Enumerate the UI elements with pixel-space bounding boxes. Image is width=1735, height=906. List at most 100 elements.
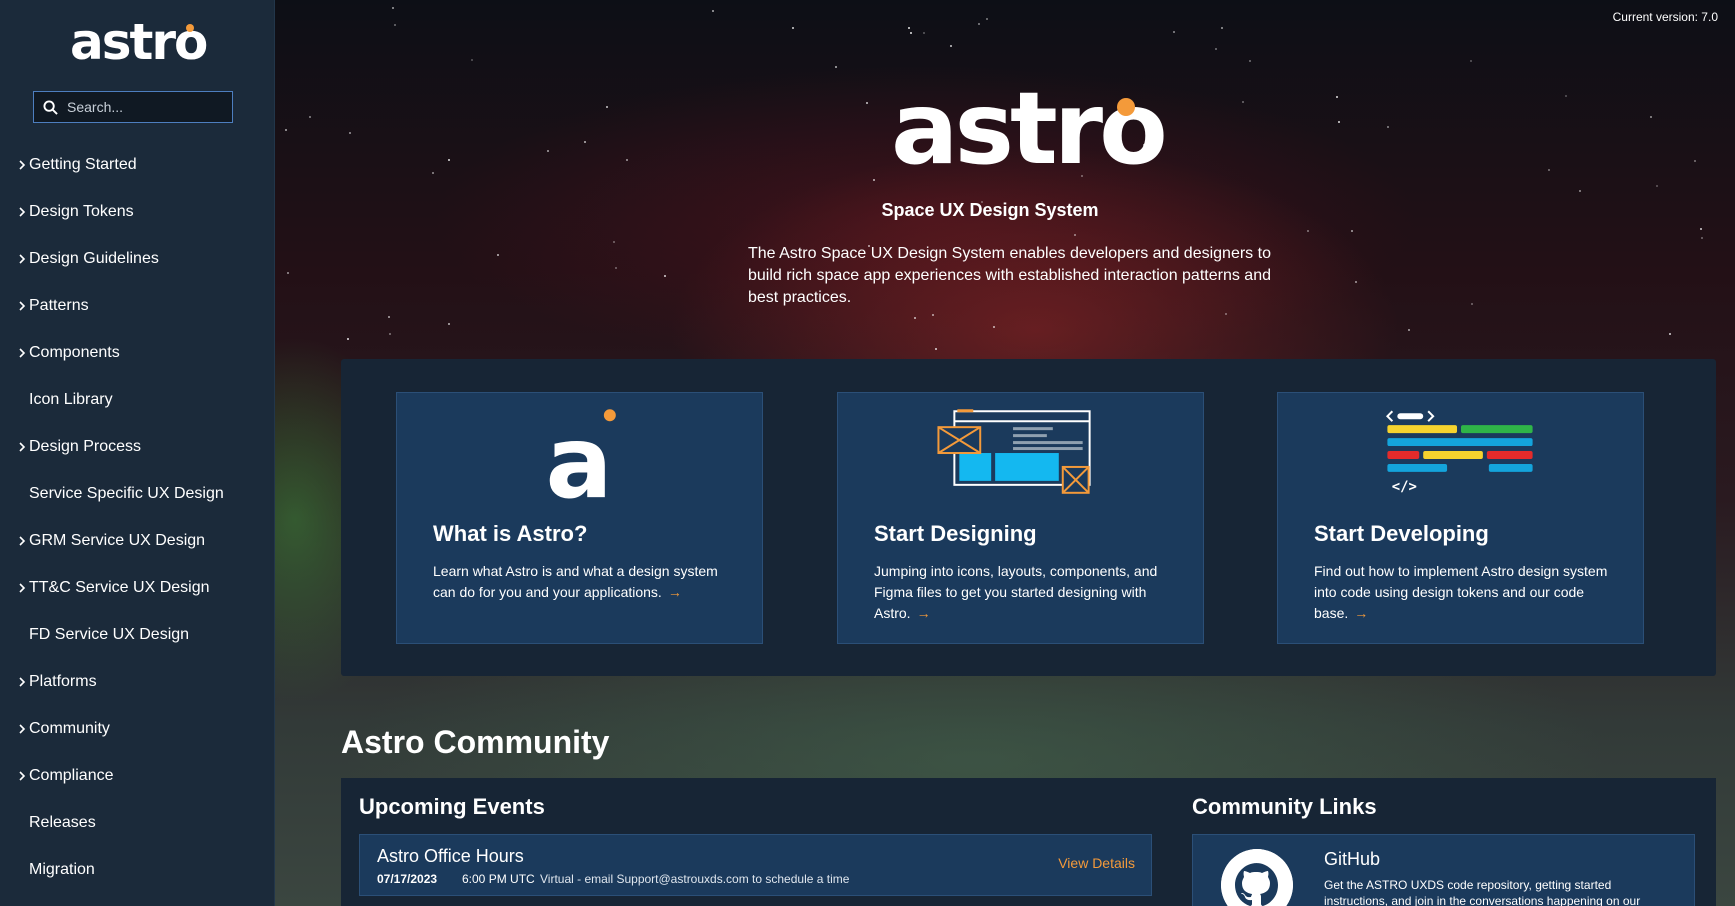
star [1351,230,1353,232]
sidebar-item-design-tokens[interactable]: Design Tokens [0,188,274,235]
astro-logo[interactable]: astro [70,14,208,70]
star [1650,116,1652,118]
sidebar-item-label: Getting Started [29,155,137,173]
sidebar-item-service-specific-ux-design[interactable]: Service Specific UX Design [0,470,274,517]
search-input[interactable] [67,99,217,115]
star [923,32,925,34]
arrow-right-icon[interactable]: → [668,584,682,600]
sidebar-item-getting-started[interactable]: Getting Started [0,141,274,188]
star [497,254,499,256]
star [615,267,617,269]
card-what-is-astro[interactable]: a What is Astro? Learn what Astro is and… [396,392,763,644]
star [287,272,289,274]
star [349,132,351,134]
star [471,59,473,61]
star [908,27,910,29]
code-icon: </> [1385,410,1533,495]
sidebar-item-label: Platforms [29,672,97,690]
star [1700,228,1702,230]
sidebar-item-label: TT&C Service UX Design [29,578,210,596]
sidebar-item-releases[interactable]: Releases [0,799,274,846]
star [664,275,666,277]
community-title: Astro Community [341,724,610,760]
search-box[interactable] [33,91,233,123]
main-content: Current version: 7.0 astro Space UX Desi… [275,0,1735,906]
star [1215,48,1217,50]
chevron-right-icon [19,535,26,546]
star [873,179,875,181]
star [448,159,450,161]
star [285,129,287,131]
sidebar-item-label: Service Specific UX Design [29,484,224,502]
star [1408,329,1410,331]
sidebar-item-design-process[interactable]: Design Process [0,423,274,470]
star [613,241,615,243]
sidebar-item-icon-library[interactable]: Icon Library [0,376,274,423]
chevron-right-icon [19,347,26,358]
star [388,316,390,318]
card-text: Jumping into icons, layouts, components,… [874,563,1158,621]
star [792,27,794,29]
sidebar-item-tt-c-service-ux-design[interactable]: TT&C Service UX Design [0,564,274,611]
star [1387,126,1389,128]
star [448,323,450,325]
sidebar-item-grm-service-ux-design[interactable]: GRM Service UX Design [0,517,274,564]
star [910,32,912,34]
star [932,314,934,316]
star [1221,27,1223,29]
sidebar-item-label: Community [29,719,110,737]
star [347,338,349,340]
arrow-right-icon[interactable]: → [917,605,931,621]
view-details-link[interactable]: View Details [1058,855,1135,871]
sidebar-item-platforms[interactable]: Platforms [0,658,274,705]
github-link-card[interactable]: GitHub Get the ASTRO UXDS code repositor… [1192,834,1695,906]
chevron-right-icon [19,159,26,170]
sidebar-item-migration[interactable]: Migration [0,846,274,893]
star [1470,60,1472,62]
card-start-designing[interactable]: Start Designing Jumping into icons, layo… [837,392,1204,644]
search-icon [43,99,58,115]
star [432,172,434,174]
event-date: 07/17/2023 [377,872,438,886]
event-name: Astro Office Hours [377,846,524,866]
sidebar-item-components[interactable]: Components [0,329,274,376]
sidebar-item-compliance[interactable]: Compliance [0,752,274,799]
chevron-right-icon [19,253,26,264]
svg-text:</>: </> [1392,479,1417,495]
star [712,10,714,12]
star [1225,313,1227,315]
chevron-right-icon [19,300,26,311]
card-title: What is Astro? [433,521,588,546]
sidebar-item-patterns[interactable]: Patterns [0,282,274,329]
hero-subtitle: Space UX Design System [881,200,1099,220]
star [1307,230,1309,232]
logo-dot [186,24,194,32]
star [993,326,995,328]
event-time: 6:00 PM UTC [462,872,535,886]
sidebar-item-design-guidelines[interactable]: Design Guidelines [0,235,274,282]
card-text: Learn what Astro is and what a design sy… [433,563,718,600]
star [389,333,391,335]
events-title: Upcoming Events [359,794,545,819]
sidebar-item-label: Migration [29,860,95,878]
star [1548,169,1550,171]
sidebar-item-label: Compliance [29,766,114,784]
star [1355,281,1357,283]
astro-a-icon: a [545,407,616,507]
chevron-right-icon [19,676,26,687]
sidebar-item-fd-service-ux-design[interactable]: FD Service UX Design [0,611,274,658]
star [866,102,868,104]
logo-text: astro [70,13,208,71]
star [1338,121,1340,123]
star [986,18,988,20]
link-name: GitHub [1324,849,1381,869]
card-start-developing[interactable]: </> Start Developing Find out how to imp… [1277,392,1644,644]
event-location: Virtual - email Support@astrouxds.com to… [540,872,850,886]
star [309,116,311,118]
star [1579,190,1581,192]
sidebar-item-label: GRM Service UX Design [29,531,206,549]
star [1694,160,1696,162]
arrow-right-icon[interactable]: → [1354,605,1368,621]
hero-description: The Astro Space UX Design System enables… [748,245,1271,306]
sidebar-item-community[interactable]: Community [0,705,274,752]
